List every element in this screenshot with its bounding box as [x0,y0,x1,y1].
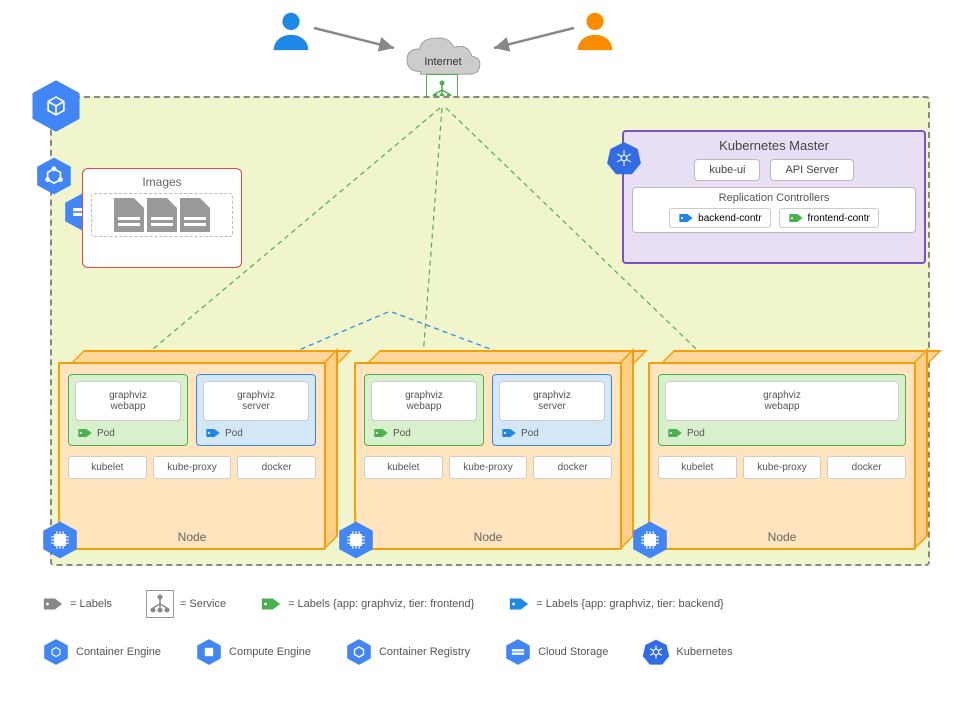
legend-text: Kubernetes [676,646,732,658]
image-file-icon [147,198,177,232]
legend-item: Cloud Storage [504,638,608,666]
node-service-kube-proxy: kube-proxy [449,456,528,479]
rc-label: frontend-contr [808,213,870,224]
container-engine-badge [28,78,84,134]
kmaster-title: Kubernetes Master [632,138,916,153]
legend-item: = Labels {app: graphviz, tier: backend} [508,596,723,612]
legend-item: Container Engine [42,638,161,666]
frontend-controller: frontend-contr [779,208,879,228]
images-panel: Images [82,168,242,268]
pod-blue: graphvizserver Pod [492,374,612,446]
pod-label: Pod [203,427,309,439]
user-icon-left [268,8,314,57]
tag-icon [508,596,530,612]
legend: = Labels = Service = Labels {app: graphviz… [42,590,942,686]
image-file-icon [180,198,210,232]
compute-engine-badge [40,520,80,560]
user-icon-right [572,8,618,57]
kube-ui-box: kube-ui [694,159,760,181]
node-service-docker: docker [533,456,612,479]
node: graphvizwebapp Pod graphvizserver Pod ku… [354,350,634,550]
tag-icon [678,212,694,224]
tag-icon [77,427,93,439]
legend-text: Compute Engine [229,646,311,658]
rc-label: backend-contr [698,213,761,224]
images-title: Images [91,175,233,189]
replication-controllers: Replication Controllers backend-contr fr… [632,187,916,233]
node-service-kubelet: kubelet [658,456,737,479]
legend-item: Compute Engine [195,638,311,666]
kubernetes-wheel-icon [606,140,642,176]
pod-label: Pod [665,427,899,439]
pod-green: graphvizwebapp Pod [658,374,906,446]
node-title: Node [354,530,622,544]
compute-engine-icon [195,638,223,666]
legend-item: Kubernetes [642,638,732,666]
container-engine-icon [42,638,70,666]
tag-icon [205,427,221,439]
legend-text: = Service [180,598,226,610]
pod-label: Pod [371,427,477,439]
legend-item: = Service [146,590,226,618]
node-service-kube-proxy: kube-proxy [153,456,232,479]
node-service-kubelet: kubelet [68,456,147,479]
tag-icon [373,427,389,439]
legend-text: = Labels {app: graphviz, tier: frontend} [288,598,474,610]
tag-icon [667,427,683,439]
container-registry-badge [34,156,74,196]
pod-app-label: graphvizserver [203,381,309,421]
pod-green: graphvizwebapp Pod [68,374,188,446]
kubernetes-master: Kubernetes Master kube-ui API Server Rep… [622,130,926,264]
tag-icon [788,212,804,224]
node: graphvizwebapp Pod graphvizserver Pod ku… [58,350,338,550]
cloud-storage-icon [504,638,532,666]
cloud-label: Internet [424,56,461,68]
node-service-kubelet: kubelet [364,456,443,479]
rc-title: Replication Controllers [639,192,909,204]
legend-item: = Labels {app: graphviz, tier: frontend} [260,596,474,612]
legend-text: Container Registry [379,646,470,658]
pod-label: Pod [75,427,181,439]
arrow-left-to-cloud [312,24,402,54]
architecture-diagram: Internet frontend-service (type = LoadBa… [0,0,964,713]
node-service-docker: docker [827,456,906,479]
legend-text: Cloud Storage [538,646,608,658]
service-icon [146,590,174,618]
api-server-box: API Server [770,159,853,181]
legend-item: Container Registry [345,638,470,666]
image-file-icon [114,198,144,232]
kubernetes-icon [642,638,670,666]
legend-text: = Labels [70,598,112,610]
pod-app-label: graphvizwebapp [371,381,477,421]
pod-blue: graphvizserver Pod [196,374,316,446]
tag-icon [501,427,517,439]
tag-icon [42,596,64,612]
pod-app-label: graphvizwebapp [75,381,181,421]
compute-engine-badge [336,520,376,560]
node: graphvizwebapp Pod kubelet kube-proxydock… [648,350,928,550]
container-registry-icon [345,638,373,666]
tag-icon [260,596,282,612]
pod-label: Pod [499,427,605,439]
legend-text: Container Engine [76,646,161,658]
arrow-right-to-cloud [486,24,576,54]
node-service-docker: docker [237,456,316,479]
compute-engine-badge [630,520,670,560]
legend-item: = Labels [42,596,112,612]
node-title: Node [58,530,326,544]
node-service-kube-proxy: kube-proxy [743,456,822,479]
images-list [91,193,233,237]
pod-app-label: graphvizwebapp [665,381,899,421]
backend-controller: backend-contr [669,208,770,228]
legend-text: = Labels {app: graphviz, tier: backend} [536,598,723,610]
pod-green: graphvizwebapp Pod [364,374,484,446]
node-title: Node [648,530,916,544]
pod-app-label: graphvizserver [499,381,605,421]
